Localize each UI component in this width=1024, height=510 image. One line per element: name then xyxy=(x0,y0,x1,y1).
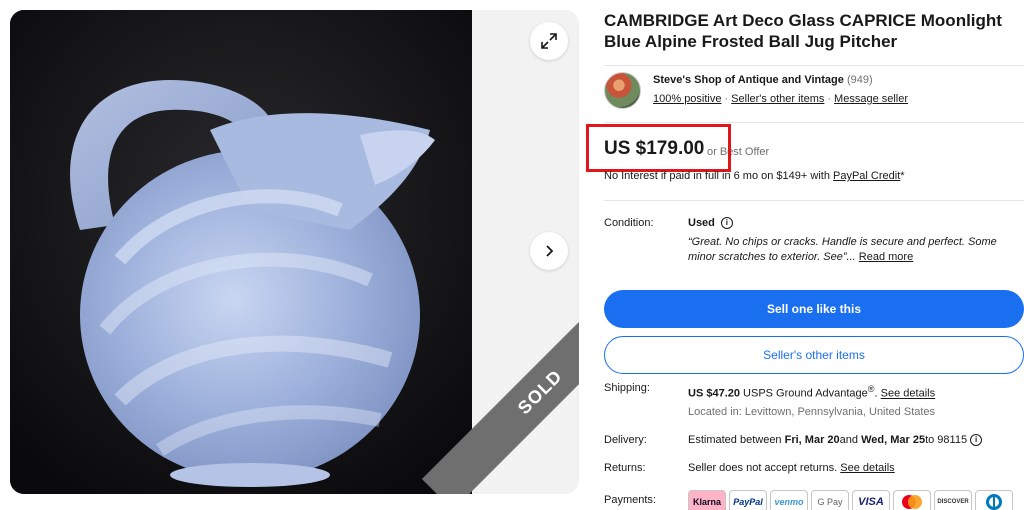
separator-dot: · xyxy=(724,93,729,105)
seller-links: 100% positive · Seller's other items · Messa… xyxy=(653,93,908,105)
expand-image-button[interactable] xyxy=(530,22,568,60)
discover-logo: DISCOVER xyxy=(934,490,972,510)
delivery-value: Estimated between Fri, Mar 20 and Wed, M… xyxy=(688,434,983,446)
seller-name-text: Steve's Shop of Antique and Vintage xyxy=(653,74,844,86)
shipping-value: US $47.20 USPS Ground Advantage®. See de… xyxy=(688,384,936,400)
seller-info: Steve's Shop of Antique and Vintage (949… xyxy=(604,72,1024,110)
image-gallery: SOLD xyxy=(10,10,579,494)
seller-feedback-count: (949) xyxy=(846,74,873,86)
returns-label: Returns: xyxy=(604,462,646,474)
returns-text: Seller does not accept returns. xyxy=(688,462,841,474)
diners-club-logo xyxy=(975,490,1013,510)
returns-see-details-link[interactable]: See details xyxy=(840,462,894,474)
sell-one-like-this-button[interactable]: Sell one like this xyxy=(604,290,1024,328)
delivery-prefix: Estimated between xyxy=(688,434,782,446)
seller-other-items-link[interactable]: Seller's other items xyxy=(731,93,824,105)
condition-description-text: “Great. No chips or cracks. Handle is se… xyxy=(688,236,997,263)
pitcher-image xyxy=(10,10,472,494)
separator-dot: · xyxy=(827,93,832,105)
divider xyxy=(604,122,1024,123)
payment-methods: Klarna PayPal venmo G Pay VISA DISCOVER xyxy=(688,490,1013,510)
delivery-and: and xyxy=(839,434,859,446)
expand-icon xyxy=(541,33,557,49)
delivery-info-icon[interactable]: i xyxy=(970,434,983,446)
delivery-label: Delivery: xyxy=(604,434,647,446)
mastercard-logo xyxy=(893,490,931,510)
price-highlight-box xyxy=(586,124,731,172)
venmo-logo: venmo xyxy=(770,490,808,510)
condition-value-text: Used xyxy=(688,217,715,229)
google-pay-logo: G Pay xyxy=(811,490,849,510)
shipping-see-details-link[interactable]: See details xyxy=(881,388,935,400)
product-photo[interactable] xyxy=(10,10,472,494)
delivery-zip: to 98115 xyxy=(925,434,968,446)
klarna-logo: Klarna xyxy=(688,490,726,510)
condition-description: “Great. No chips or cracks. Handle is se… xyxy=(688,235,1018,265)
seller-name[interactable]: Steve's Shop of Antique and Vintage (949… xyxy=(653,74,873,86)
shipping-label: Shipping: xyxy=(604,382,650,394)
diners-icon xyxy=(986,494,1002,510)
chevron-right-icon xyxy=(546,245,554,257)
shipping-service: USPS Ground Advantage xyxy=(739,387,868,400)
seller-avatar[interactable] xyxy=(604,72,641,109)
finance-info: No Interest if paid in full in 6 mo on $… xyxy=(604,170,905,182)
next-image-button[interactable] xyxy=(530,232,568,270)
divider xyxy=(604,65,1024,66)
listing-details: CAMBRIDGE Art Deco Glass CAPRICE Moonlig… xyxy=(586,10,1024,510)
info-icon[interactable]: i xyxy=(720,217,733,229)
finance-text: No Interest if paid in full in 6 mo on $… xyxy=(604,170,833,182)
registered-mark: ® xyxy=(867,384,875,394)
message-seller-link[interactable]: Message seller xyxy=(834,93,908,105)
payments-label: Payments: xyxy=(604,494,656,506)
listing-title: CAMBRIDGE Art Deco Glass CAPRICE Moonlig… xyxy=(604,11,1002,51)
shipping-cost: US $47.20 xyxy=(688,387,740,400)
finance-suffix: * xyxy=(900,170,905,182)
visa-logo: VISA xyxy=(852,490,890,510)
paypal-logo: PayPal xyxy=(729,490,767,510)
sellers-other-items-button[interactable]: Seller's other items xyxy=(604,336,1024,374)
paypal-credit-link[interactable]: PayPal Credit xyxy=(833,170,900,182)
condition-value: Used i xyxy=(688,217,733,229)
seller-positive-link[interactable]: 100% positive xyxy=(653,93,722,105)
mastercard-icon xyxy=(902,495,922,509)
divider xyxy=(604,200,1024,201)
delivery-start-date: Fri, Mar 20 xyxy=(784,434,840,446)
read-more-link[interactable]: Read more xyxy=(859,251,913,263)
delivery-end-date: Wed, Mar 25 xyxy=(861,434,926,446)
condition-label: Condition: xyxy=(604,217,654,229)
item-location: Located in: Levittown, Pennsylvania, Uni… xyxy=(688,406,936,418)
returns-value: Seller does not accept returns. See deta… xyxy=(688,462,895,474)
